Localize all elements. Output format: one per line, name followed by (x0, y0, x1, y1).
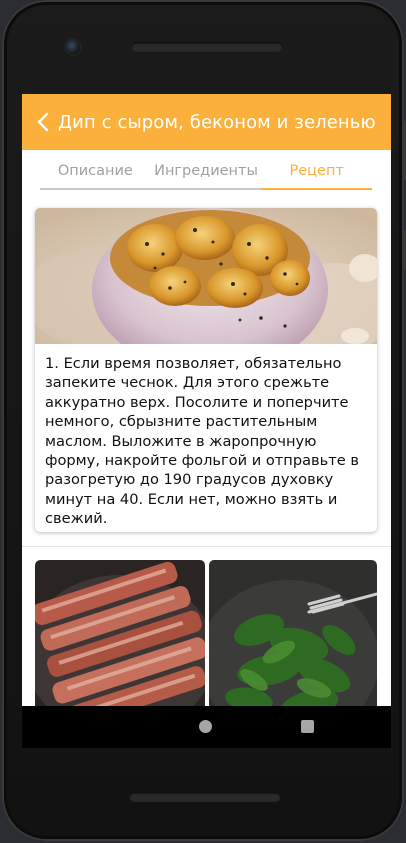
bacon-photo (35, 560, 205, 706)
recipe-step-text: 1. Если время позволяет, обязательно зап… (45, 355, 359, 528)
step-card-2 (35, 560, 377, 706)
bottom-speaker (129, 792, 281, 802)
tab-bar: Описание Ингредиенты Рецепт (40, 156, 372, 190)
tab-ingredients[interactable]: Ингредиенты (151, 156, 262, 188)
tab-description[interactable]: Описание (40, 156, 151, 188)
home-circle-icon[interactable] (199, 720, 212, 733)
app-bar: Дип с сыром, беконом и зеленью (22, 94, 391, 150)
front-camera (66, 40, 80, 54)
garlic-photo (35, 208, 377, 344)
system-nav-bar (22, 706, 391, 748)
recents-square-icon[interactable] (301, 720, 314, 733)
spinach-pan-photo (209, 560, 377, 706)
chevron-left-icon[interactable] (28, 94, 58, 150)
section-divider (22, 546, 391, 547)
earpiece-speaker (131, 42, 283, 52)
app-screen: Дип с сыром, беконом и зеленью Описание … (22, 94, 391, 706)
volume-button (402, 120, 406, 180)
phone-frame: Дип с сыром, беконом и зеленью Описание … (2, 0, 406, 841)
tab-recipe[interactable]: Рецепт (261, 156, 372, 190)
page-title: Дип с сыром, беконом и зеленью (58, 111, 376, 133)
power-button (402, 230, 406, 270)
step-card: 1. Если время позволяет, обязательно зап… (35, 208, 377, 532)
